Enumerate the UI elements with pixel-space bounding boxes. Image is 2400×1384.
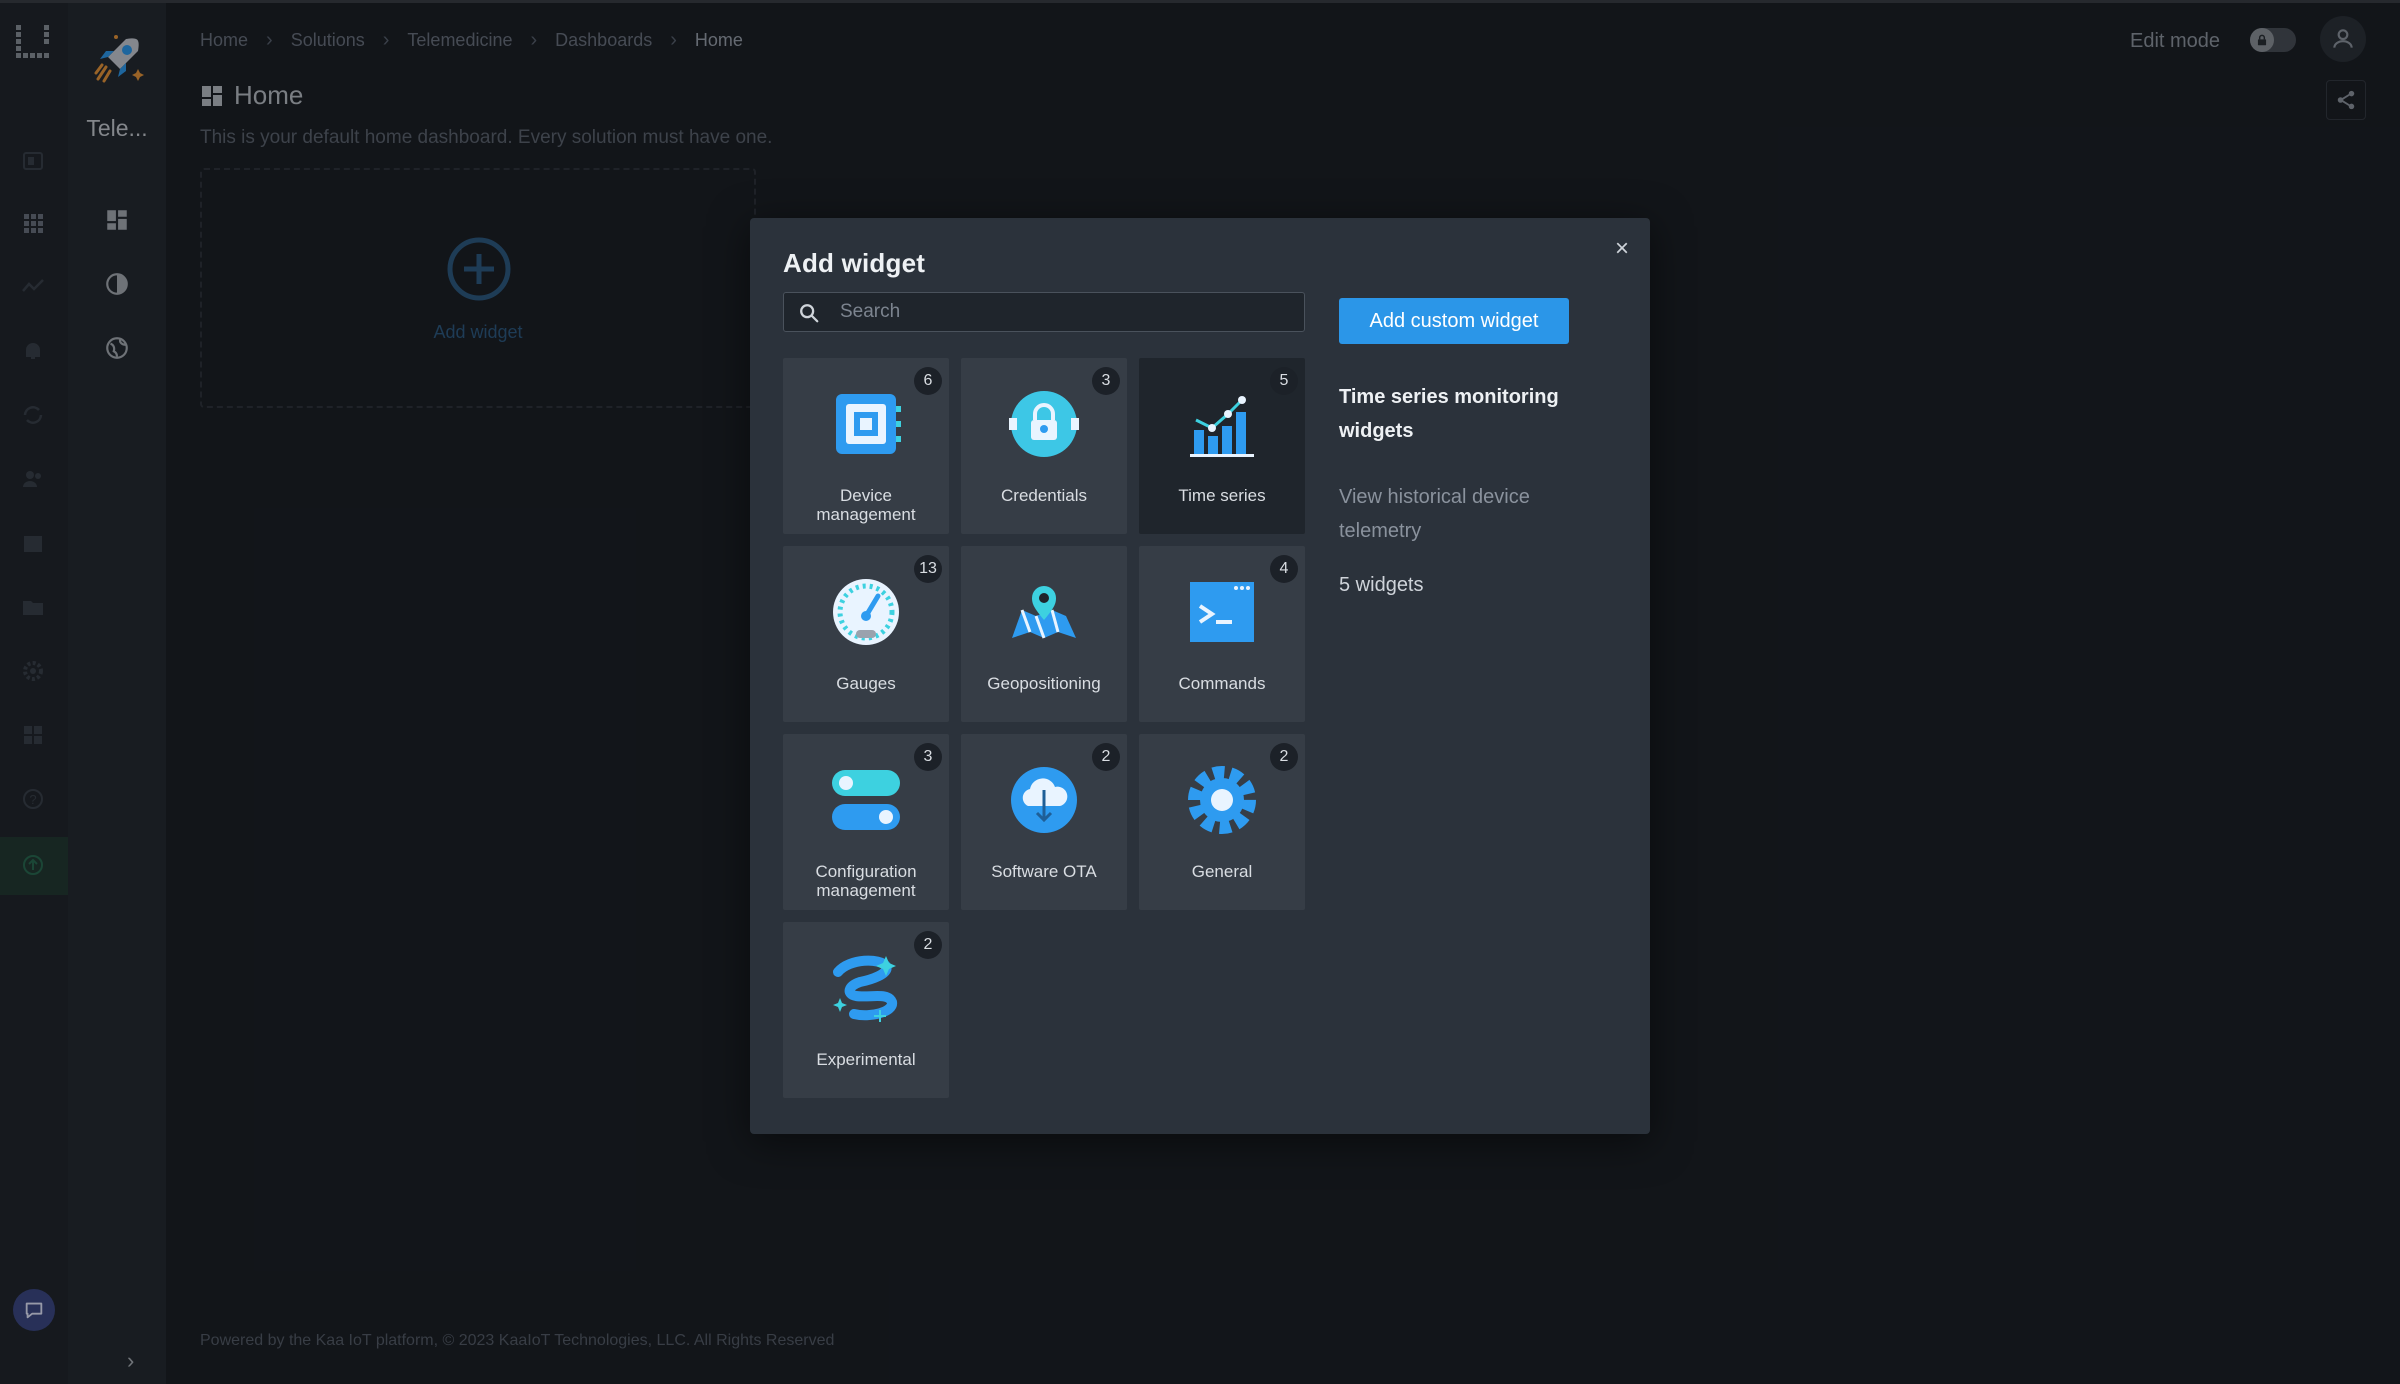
widget-count-badge: 2: [1092, 743, 1120, 771]
category-tile-general[interactable]: General 2: [1139, 734, 1305, 910]
widget-count-badge: 3: [914, 743, 942, 771]
category-name: General: [1191, 862, 1253, 881]
category-name: Experimental: [816, 1050, 916, 1069]
bar-chart-icon: [1190, 396, 1254, 457]
widget-count-badge: 2: [1270, 743, 1298, 771]
gear-icon: [1188, 766, 1256, 834]
category-name: Software OTA: [991, 862, 1097, 881]
widget-count-badge: 5: [1270, 367, 1298, 395]
gauge-icon: [833, 579, 899, 645]
category-name: Time series: [1178, 486, 1266, 505]
dialog-title: Add widget: [783, 248, 926, 278]
category-name: Geopositioning: [987, 674, 1101, 693]
toggles-icon: [832, 770, 900, 830]
map-pin-icon: [1012, 586, 1076, 639]
category-name: Device management: [816, 486, 916, 524]
widget-count-badge: 13: [914, 555, 942, 583]
cloud-download-icon: [1011, 767, 1077, 833]
widget-count-badge: 6: [914, 367, 942, 395]
category-details-description: View historical device telemetry: [1339, 486, 1530, 542]
category-name: Commands: [1178, 674, 1266, 693]
lock-icon: [1009, 391, 1079, 457]
category-tile-commands[interactable]: Commands 4: [1139, 546, 1305, 722]
category-details-title: Time series monitoring widgets: [1339, 386, 1559, 442]
search-input[interactable]: [840, 293, 1300, 331]
widget-count-badge: 3: [1092, 367, 1120, 395]
search-field[interactable]: [783, 292, 1305, 332]
add-widget-dialog: Add widget × Add custom widget Device ma…: [750, 218, 1650, 1134]
category-tile-gauges[interactable]: Gauges 13: [783, 546, 949, 722]
widget-count-badge: 4: [1270, 555, 1298, 583]
category-tile-configuration-management[interactable]: Configuration management 3: [783, 734, 949, 910]
category-tile-device-management[interactable]: Device management 6: [783, 358, 949, 534]
category-tile-time-series[interactable]: Time series 5: [1139, 358, 1305, 534]
widget-count-badge: 2: [914, 931, 942, 959]
sparkle-icon: [833, 955, 897, 1022]
category-tile-credentials[interactable]: Credentials 3: [961, 358, 1127, 534]
chip-icon: [836, 394, 901, 454]
terminal-icon: [1190, 582, 1254, 642]
category-tile-experimental[interactable]: Experimental 2: [783, 922, 949, 1098]
category-name: Configuration management: [815, 862, 917, 900]
add-custom-widget-button[interactable]: Add custom widget: [1339, 298, 1569, 344]
search-icon: [800, 304, 819, 323]
category-tile-software-ota[interactable]: Software OTA 2: [961, 734, 1127, 910]
category-details-count: 5 widgets: [1339, 574, 1424, 596]
category-name: Credentials: [1001, 486, 1087, 505]
category-tile-geopositioning[interactable]: Geopositioning: [961, 546, 1127, 722]
close-icon[interactable]: ×: [1608, 235, 1636, 263]
category-name: Gauges: [836, 674, 896, 693]
